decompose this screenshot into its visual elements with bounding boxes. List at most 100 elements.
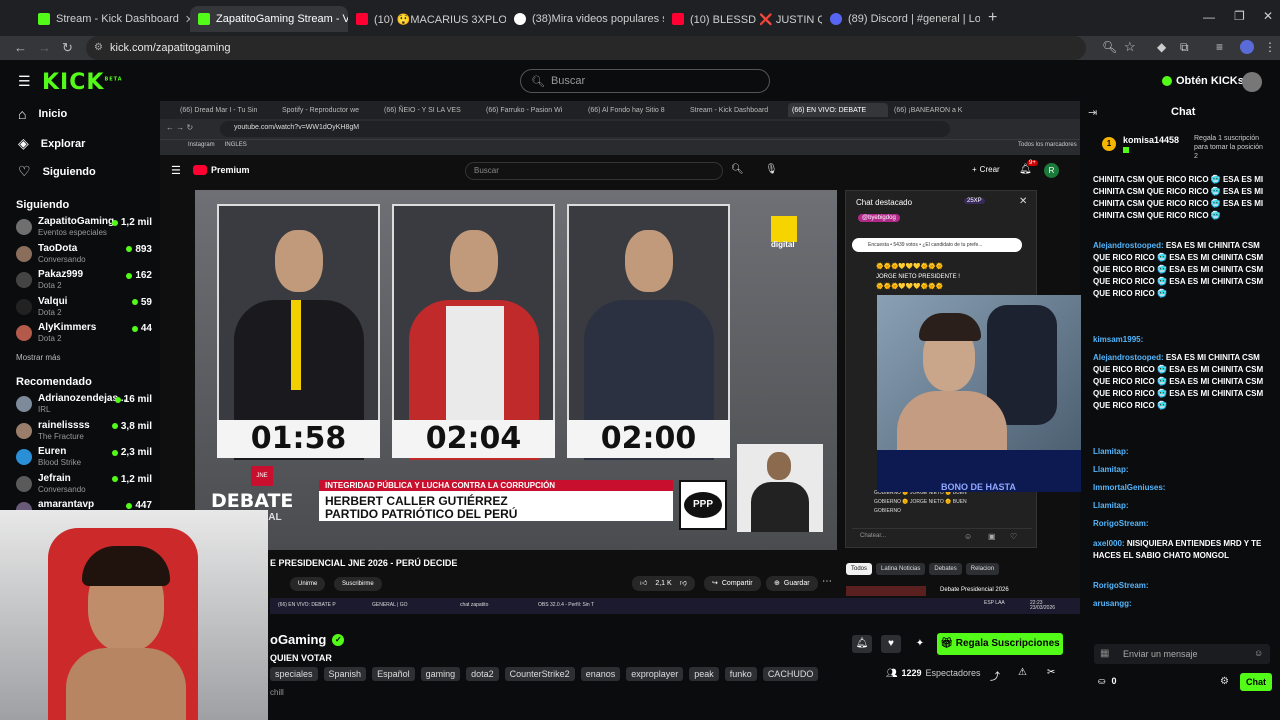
inner-browser-tab[interactable]: (66) Farruko - Pasion Wi (482, 103, 582, 117)
chat-username[interactable]: axel000: (1093, 539, 1125, 548)
minimize-icon[interactable]: — (1203, 10, 1215, 24)
notification-toggle-icon[interactable]: 🔔︎ (852, 635, 872, 653)
yt-chat-input[interactable]: Chatear... ☺ ▣ ♡ (852, 528, 1032, 546)
taskbar-item[interactable]: (66) EN VIVO: DEBATE P (278, 602, 336, 608)
menu-kebab-icon[interactable]: ⋮ (1264, 40, 1276, 54)
inner-browser-tab[interactable]: Stream - Kick Dashboard (686, 103, 786, 117)
yt-search-input[interactable]: Buscar (465, 162, 723, 180)
nav-explore[interactable]: ◈ Explorar (18, 135, 85, 152)
inner-back-icon[interactable]: ← → ↻ (166, 123, 193, 132)
maximize-icon[interactable]: ❐ (1234, 9, 1245, 23)
gift-subs-button[interactable]: 🎁︎ Regala Suscripciones (937, 633, 1063, 655)
chat-username[interactable]: Llamitap: (1093, 447, 1129, 456)
channel-row[interactable]: Valqui Dota 2 59 (16, 296, 152, 320)
yt-create-button[interactable]: + Crear (972, 165, 1000, 174)
taskbar-item[interactable]: GENERAL | GO (372, 602, 408, 608)
stream-tag[interactable]: peak (689, 667, 719, 681)
all-bookmarks[interactable]: Todos los marcadores (1018, 142, 1077, 148)
more-actions-icon[interactable]: ⋯ (822, 576, 832, 587)
chat-username[interactable]: Llamitap: (1093, 465, 1129, 474)
follow-heart-icon[interactable]: ♥ (881, 635, 901, 653)
share-button[interactable]: ↪ Compartir (704, 576, 761, 591)
channel-row[interactable]: Pakaz999 Dota 2 162 (16, 269, 152, 293)
thumb-down-icon[interactable]: 👎︎ (680, 576, 687, 591)
taskbar-item[interactable]: chat zapatito (460, 602, 488, 608)
chat-username[interactable]: arusangg: (1093, 599, 1132, 608)
url-text[interactable]: kick.com/zapatitogaming (110, 38, 230, 58)
channel-row[interactable]: Euren Blood Strike 2,3 mil (16, 446, 152, 470)
channel-row[interactable]: ZapatitoGaming Eventos especiales 1,2 mil (16, 216, 152, 240)
chat-username[interactable]: RorigoStream: (1093, 519, 1149, 528)
chat-username[interactable]: RorigoStream: (1093, 581, 1149, 590)
related-thumbnail[interactable] (846, 586, 926, 596)
channel-row[interactable]: Jefrain Conversando 1,2 mil (16, 473, 152, 497)
browser-tab[interactable]: (89) Discord | #general | Lo✕ (822, 6, 980, 32)
profile-avatar[interactable] (1240, 40, 1254, 54)
inner-browser-tab[interactable]: (66) Al Fondo hay Sitio 8 (584, 103, 684, 117)
like-heart-icon[interactable]: ♡ (1010, 532, 1017, 541)
channel-row[interactable]: AlyKimmers Dota 2 44 (16, 322, 152, 346)
stream-tag[interactable]: CACHUDO (762, 667, 819, 681)
chat-username[interactable]: Alejandrostooped: (1093, 353, 1164, 362)
chat-send-button[interactable]: Chat (1240, 673, 1272, 691)
clip-icon[interactable]: ✂ (1047, 667, 1055, 678)
stream-tag[interactable]: funko (724, 667, 757, 681)
stream-tag[interactable]: CounterStrike2 (504, 667, 575, 681)
stream-tag[interactable]: speciales (270, 667, 318, 681)
channel-row[interactable]: rainelissss The Fracture 3,8 mil (16, 420, 152, 444)
stream-tag[interactable]: dota2 (466, 667, 499, 681)
chat-input[interactable]: ▦ Enviar un mensaje ☺ (1094, 644, 1270, 664)
kick-logo[interactable]: KICKBETA (42, 70, 123, 95)
chip[interactable]: Latina Noticias (876, 563, 926, 575)
report-icon[interactable]: ⚠ (1018, 667, 1027, 678)
inner-browser-tab[interactable]: (66) ÑEIO - Y SI LA VES (380, 103, 480, 117)
chat-username[interactable]: Llamitap: (1093, 501, 1129, 510)
emote-icon[interactable]: ☺ (1254, 648, 1263, 658)
chat-username[interactable]: ImmortalGeniuses: (1093, 483, 1165, 492)
stream-tag[interactable]: gaming (420, 667, 461, 681)
yt-logo[interactable]: Premium (193, 165, 250, 175)
yt-menu-icon[interactable]: ☰ (171, 164, 181, 177)
poll-banner[interactable]: Encuesta • 5439 votos • ¿El candidato de… (852, 238, 1022, 252)
browser-tab[interactable]: (10) 😲MACARIUS 3XPLOTO y✕ (348, 6, 506, 32)
like-button[interactable]: 👍︎ 2,1 K 👎︎ (632, 576, 695, 591)
chip-all[interactable]: Todos (846, 563, 873, 575)
kick-search-input[interactable]: 🔍︎ Buscar (520, 69, 770, 93)
chip[interactable]: Relacion (965, 563, 1000, 575)
user-avatar[interactable] (1242, 72, 1262, 92)
reload-icon[interactable]: ↻ (62, 40, 73, 56)
site-info-icon[interactable]: ⚙ (94, 42, 103, 53)
bookmark-star-icon[interactable]: ☆ (1124, 39, 1136, 55)
back-icon[interactable]: ← (14, 40, 27, 55)
browser-tab[interactable]: Stream - Kick Dashboard ✕ (30, 6, 190, 32)
chat-gear-icon[interactable]: ⚙ (1220, 676, 1229, 687)
yt-chat-header[interactable]: Chat destacado (856, 198, 912, 207)
yt-avatar[interactable]: R (1044, 163, 1059, 178)
new-tab-button[interactable]: + (988, 9, 997, 27)
yt-search-icon[interactable]: 🔍︎ (731, 164, 744, 175)
channel-row[interactable]: Adrianozendejas... IRL 16 mil (16, 393, 152, 417)
stream-tag[interactable]: enanos (580, 667, 621, 681)
inner-browser-tab[interactable]: Spotify - Reproductor we (278, 103, 378, 117)
chat-username[interactable]: Alejandrostooped: (1093, 241, 1164, 250)
stream-tag[interactable]: Español (372, 667, 415, 681)
puzzle-icon[interactable]: ⧉ (1180, 40, 1189, 55)
close-chat-icon[interactable]: ✕ (1019, 196, 1027, 207)
zoom-icon[interactable]: 🔍︎ (1102, 40, 1117, 54)
pinned-user[interactable]: komisa14458 (1123, 135, 1179, 145)
collapse-chat-icon[interactable]: ⇥ (1088, 106, 1097, 119)
forward-icon[interactable]: → (38, 40, 51, 55)
browser-tab[interactable]: (10) BLESSD ❌ JUSTIN QUILES✕ (664, 6, 822, 32)
stream-tag[interactable]: Spanish (323, 667, 367, 681)
save-button[interactable]: ⊕ Guardar (766, 576, 818, 591)
media-icon[interactable]: ≡ (1216, 40, 1223, 54)
get-kicks-button[interactable]: Obtén KICKs (1162, 71, 1244, 91)
yt-video-title[interactable]: E PRESIDENCIAL JNE 2026 - PERÚ DECIDE (270, 558, 457, 568)
related-title[interactable]: Debate Presidencial 2026 (940, 587, 1009, 593)
stream-tag[interactable]: exproplayer (626, 667, 684, 681)
address-bar[interactable] (86, 36, 1086, 60)
kicks-icon[interactable]: ✦ (910, 635, 930, 653)
subscribe-button[interactable]: Suscribirme (334, 577, 382, 591)
share-icon[interactable]: ⤴ (990, 668, 1000, 683)
taskbar-item[interactable]: OBS 32.0.4 - Perfil: Sin T (538, 602, 594, 608)
